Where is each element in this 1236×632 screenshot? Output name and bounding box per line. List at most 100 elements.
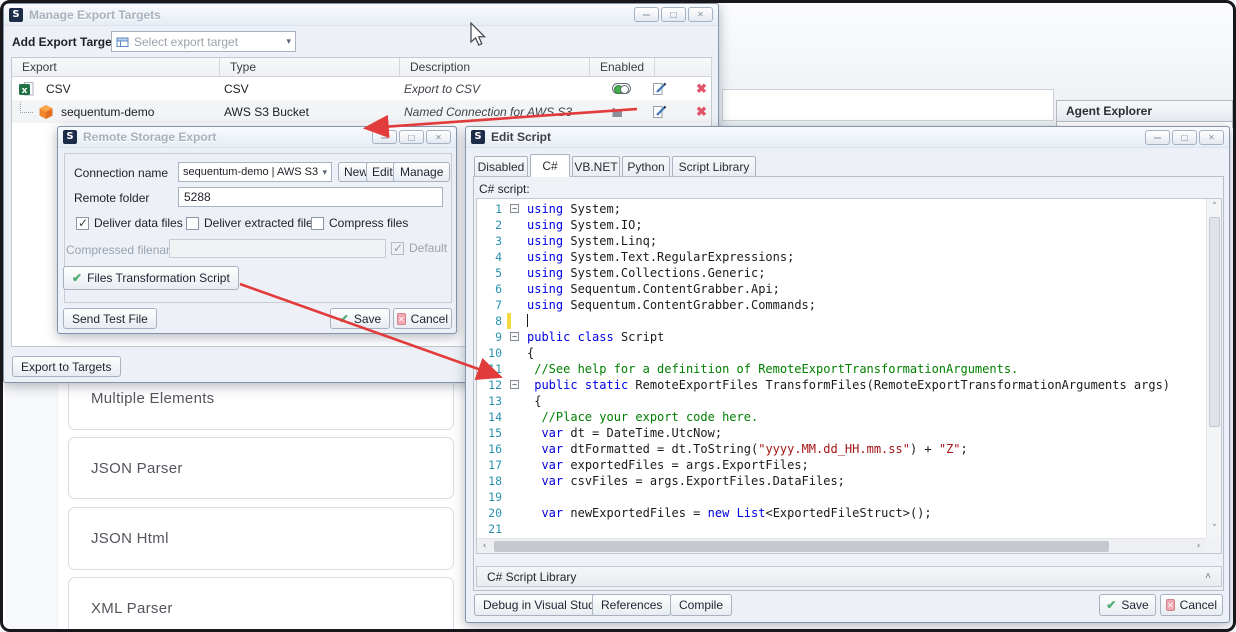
code-line[interactable]: 7using Sequentum.ContentGrabber.Commands… (477, 297, 1206, 313)
export-name: sequentum-demo (61, 105, 154, 119)
maximize-button[interactable]: □ (399, 130, 424, 144)
code-line[interactable]: 16 var dtFormatted = dt.ToString("yyyy.M… (477, 441, 1206, 457)
column-header-enabled[interactable]: Enabled (590, 58, 655, 77)
fold-collapse-icon[interactable]: − (510, 380, 519, 389)
export-target-icon (116, 36, 129, 48)
tab-csharp[interactable]: C# (530, 154, 570, 177)
horizontal-scrollbar[interactable]: ‹ › (477, 538, 1206, 553)
close-button[interactable]: ✕ (1199, 130, 1224, 145)
card-label: JSON Html (91, 530, 169, 547)
scrollbar-corner (1206, 538, 1221, 553)
save-button[interactable]: ✔ Save (330, 308, 390, 329)
check-icon: ✔ (1106, 598, 1116, 612)
edit-script-window: S Edit Script — □ ✕ Disabled C# VB.NET P… (465, 126, 1230, 623)
code-line[interactable]: 3using System.Linq; (477, 233, 1206, 249)
connection-value: sequentum-demo | AWS S3 (183, 166, 322, 178)
minimize-button[interactable]: — (372, 130, 397, 144)
edit-export-icon[interactable] (652, 104, 667, 119)
manage-connections-button[interactable]: Manage (393, 162, 450, 182)
compress-files-checkbox[interactable]: Compress files (311, 216, 408, 230)
delete-export-icon[interactable]: ✖ (696, 81, 707, 97)
select-export-target-dropdown[interactable]: Select export target ▾ (111, 31, 296, 52)
code-line[interactable]: 18 var csvFiles = args.ExportFiles.DataF… (477, 473, 1206, 489)
close-button[interactable]: ✕ (426, 130, 451, 144)
agent-explorer-panel-header[interactable]: Agent Explorer (1056, 100, 1233, 122)
dropdown-placeholder: Select export target (134, 35, 281, 49)
chevron-down-icon: ▾ (286, 36, 291, 47)
code-line[interactable]: 8 (477, 313, 1206, 329)
code-line[interactable]: 12− public static RemoteExportFiles Tran… (477, 377, 1206, 393)
code-line[interactable]: 15 var dt = DateTime.UtcNow; (477, 425, 1206, 441)
tab-disabled[interactable]: Disabled (474, 156, 528, 177)
code-line[interactable]: 20 var newExportedFiles = new List<Expor… (477, 505, 1206, 521)
fold-collapse-icon[interactable]: − (510, 204, 519, 213)
window-title: Edit Script (491, 130, 551, 144)
vertical-scrollbar[interactable]: ˄ ˅ (1206, 199, 1221, 538)
delete-export-icon[interactable]: ✖ (696, 104, 707, 120)
code-lines[interactable]: 1−using System;2using System.IO;3using S… (477, 199, 1206, 538)
connection-name-dropdown[interactable]: sequentum-demo | AWS S3 ▾ (178, 162, 332, 182)
csharp-script-library-bar[interactable]: C# Script Library ˄ (476, 566, 1222, 587)
code-line[interactable]: 9−public class Script (477, 329, 1206, 345)
column-header-export[interactable]: Export (12, 58, 220, 77)
maximize-button[interactable]: □ (661, 7, 686, 22)
minimize-button[interactable]: — (634, 7, 659, 22)
maximize-button[interactable]: □ (1172, 130, 1197, 145)
minimize-button[interactable]: — (1145, 130, 1170, 145)
cancel-x-icon: ✕ (397, 313, 406, 325)
list-item-xml-parser[interactable]: XML Parser (68, 577, 454, 632)
code-line[interactable]: 17 var exportedFiles = args.ExportFiles; (477, 457, 1206, 473)
code-line[interactable]: 19 (477, 489, 1206, 505)
references-button[interactable]: References (592, 594, 671, 616)
code-line[interactable]: 13 { (477, 393, 1206, 409)
remote-folder-input[interactable] (178, 187, 443, 207)
cancel-button[interactable]: ✕ Cancel (393, 308, 452, 329)
code-line[interactable]: 2using System.IO; (477, 217, 1206, 233)
edit-export-icon[interactable] (652, 81, 667, 96)
column-header-actions[interactable] (655, 58, 712, 77)
scroll-left-icon[interactable]: ‹ (477, 539, 492, 554)
cancel-button[interactable]: ✕ Cancel (1160, 594, 1223, 616)
code-line[interactable]: 4using System.Text.RegularExpressions; (477, 249, 1206, 265)
code-line[interactable]: 10{ (477, 345, 1206, 361)
window-title: Remote Storage Export (83, 130, 216, 144)
tab-vbnet[interactable]: VB.NET (572, 156, 620, 177)
close-button[interactable]: ✕ (688, 7, 713, 22)
code-line[interactable]: 6using Sequentum.ContentGrabber.Api; (477, 281, 1206, 297)
column-header-description[interactable]: Description (400, 58, 590, 77)
code-line[interactable]: 21 (477, 521, 1206, 537)
column-header-type[interactable]: Type (220, 58, 400, 77)
save-button[interactable]: ✔ Save (1099, 594, 1156, 616)
tab-python[interactable]: Python (622, 156, 670, 177)
compile-button[interactable]: Compile (670, 594, 732, 616)
send-test-file-button[interactable]: Send Test File (63, 308, 157, 329)
list-item-json-html[interactable]: JSON Html (68, 507, 454, 570)
export-to-targets-button[interactable]: Export to Targets (12, 356, 121, 377)
deliver-data-files-checkbox[interactable]: Deliver data files (76, 216, 183, 230)
table-row-sequentum-demo[interactable]: sequentum-demo AWS S3 Bucket Named Conne… (12, 100, 711, 123)
default-checkbox: Default (391, 241, 447, 255)
code-line[interactable]: 14 //Place your export code here. (477, 409, 1206, 425)
aws-s3-bucket-icon (38, 104, 54, 120)
code-line[interactable]: 5using System.Collections.Generic; (477, 265, 1206, 281)
code-line[interactable]: 11 //See help for a definition of Remote… (477, 361, 1206, 377)
list-item-json-parser[interactable]: JSON Parser (68, 437, 454, 499)
table-row-csv[interactable]: x CSV CSV Export to CSV ✖ (12, 77, 711, 100)
deliver-extracted-files-checkbox[interactable]: Deliver extracted files (186, 216, 319, 230)
named-connection-icon (610, 105, 626, 118)
code-editor[interactable]: 1−using System;2using System.IO;3using S… (476, 198, 1222, 554)
card-label: Multiple Elements (91, 390, 214, 407)
scroll-down-icon[interactable]: ˅ (1207, 522, 1222, 537)
enabled-toggle[interactable] (612, 83, 631, 94)
scroll-up-icon[interactable]: ˄ (1207, 200, 1222, 215)
tab-script-library[interactable]: Script Library (672, 156, 756, 177)
vertical-scroll-thumb[interactable] (1209, 217, 1220, 427)
scroll-right-icon[interactable]: › (1191, 539, 1206, 554)
add-export-target-label: Add Export Target (12, 35, 116, 49)
horizontal-scroll-thumb[interactable] (494, 541, 1109, 552)
svg-text:x: x (22, 85, 28, 95)
fold-collapse-icon[interactable]: − (510, 332, 519, 341)
files-transformation-script-button[interactable]: ✔ Files Transformation Script (63, 266, 239, 290)
code-line[interactable]: 1−using System; (477, 201, 1206, 217)
app-logo-icon: S (471, 130, 485, 144)
